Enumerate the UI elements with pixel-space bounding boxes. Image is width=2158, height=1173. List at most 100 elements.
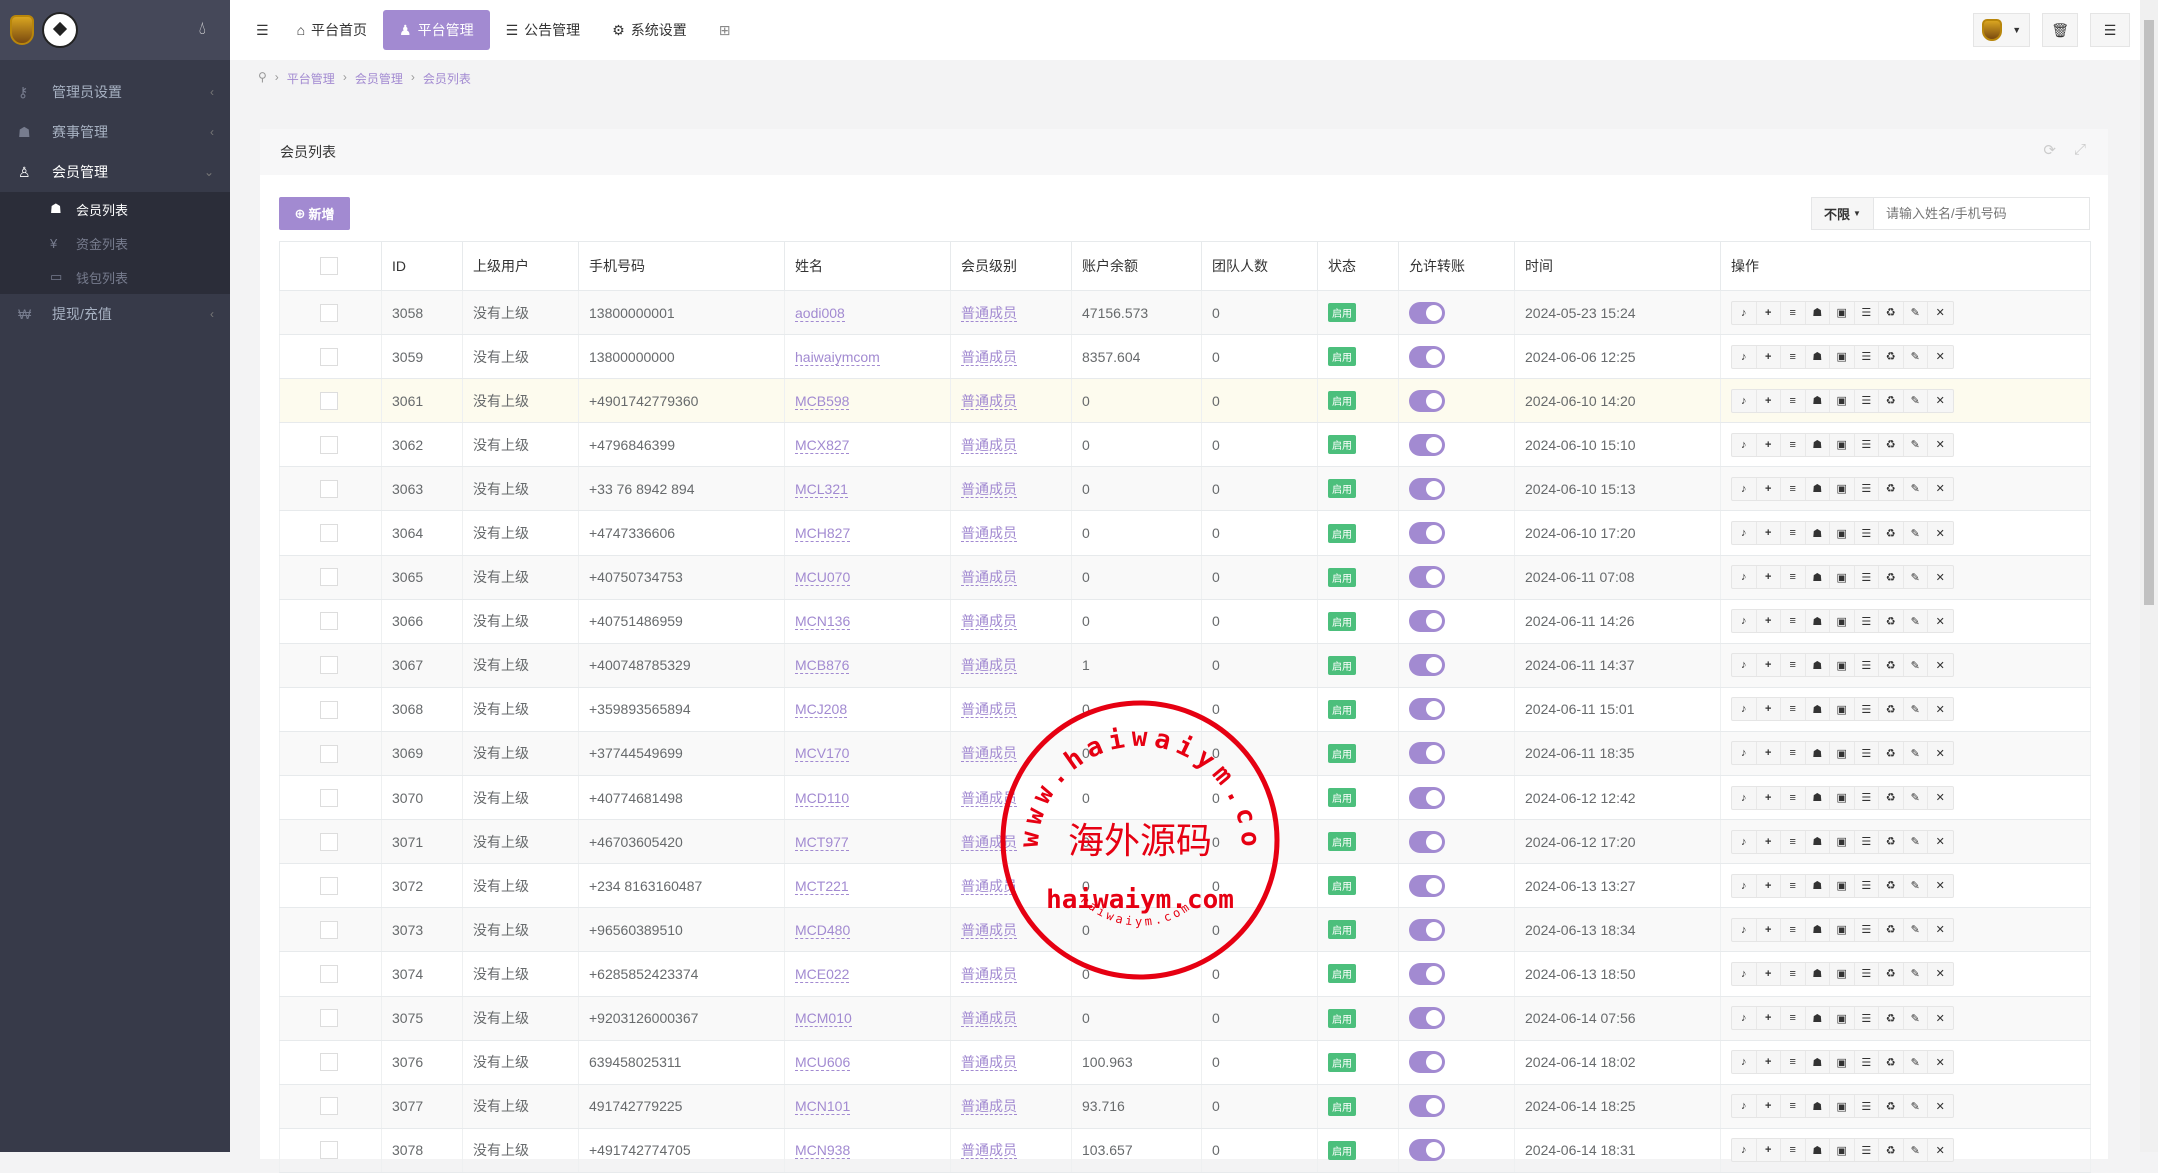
times-icon[interactable]: ✕ (1928, 302, 1953, 324)
plus-icon[interactable]: + (1757, 389, 1781, 412)
money-icon[interactable]: ▣ (1830, 654, 1855, 677)
bell-icon[interactable]: ♪ (1732, 301, 1757, 324)
recycle-icon[interactable]: ♻ (1879, 1095, 1904, 1118)
row-checkbox[interactable] (320, 1097, 338, 1116)
pencil-icon[interactable]: ✎ (1904, 918, 1928, 941)
row-checkbox[interactable] (320, 1141, 338, 1160)
money-icon[interactable]: ▣ (1830, 389, 1855, 412)
list-icon[interactable]: ☰ (1855, 1051, 1879, 1074)
plus-icon[interactable]: + (1757, 874, 1781, 897)
money-icon[interactable]: ▣ (1830, 433, 1855, 456)
times-icon[interactable]: ✕ (1928, 875, 1953, 897)
name-link[interactable]: MCM010 (795, 1010, 852, 1028)
list-icon[interactable]: ☰ (1855, 1095, 1879, 1118)
bars-icon[interactable]: ≡ (1781, 345, 1806, 368)
times-icon[interactable]: ✕ (1928, 390, 1953, 412)
bell-icon[interactable]: ♪ (1732, 698, 1757, 721)
list-icon[interactable]: ☰ (1855, 389, 1879, 412)
recycle-icon[interactable]: ♻ (1879, 477, 1904, 500)
pencil-icon[interactable]: ✎ (1904, 1139, 1928, 1162)
pencil-icon[interactable]: ✎ (1904, 698, 1928, 721)
level-link[interactable]: 普通成员 (961, 525, 1017, 543)
level-link[interactable]: 普通成员 (961, 480, 1017, 498)
sidebar-item-member-list[interactable]: ☗ 会员列表 (0, 192, 230, 226)
money-icon[interactable]: ▣ (1830, 301, 1855, 324)
users-icon[interactable]: ☗ (1806, 433, 1830, 456)
user-menu-button[interactable]: ▼ (1973, 13, 2031, 47)
sidebar-item-admin[interactable]: ⚷ 管理员设置 ‹ (0, 72, 230, 112)
recycle-icon[interactable]: ♻ (1879, 962, 1904, 985)
name-link[interactable]: MCX827 (795, 436, 850, 454)
times-icon[interactable]: ✕ (1928, 831, 1953, 853)
list-icon[interactable]: ☰ (1855, 874, 1879, 897)
times-icon[interactable]: ✕ (1928, 566, 1953, 588)
row-checkbox[interactable] (320, 303, 338, 322)
list-icon[interactable]: ☰ (1855, 345, 1879, 368)
times-icon[interactable]: ✕ (1928, 919, 1953, 941)
bell-icon[interactable]: ♪ (1732, 1095, 1757, 1118)
plus-icon[interactable]: + (1757, 301, 1781, 324)
row-checkbox[interactable] (320, 876, 338, 895)
pencil-icon[interactable]: ✎ (1904, 433, 1928, 456)
bell-icon[interactable]: ♪ (1732, 1139, 1757, 1162)
sidebar-item-members[interactable]: ♙ 会员管理 ⌄ (0, 152, 230, 192)
plus-icon[interactable]: + (1757, 742, 1781, 765)
recycle-icon[interactable]: ♻ (1879, 654, 1904, 677)
bars-icon[interactable]: ≡ (1781, 742, 1806, 765)
sidebar-item-withdraw[interactable]: ₩ 提现/充值 ‹ (0, 294, 230, 334)
bell-icon[interactable]: ♪ (1732, 389, 1757, 412)
bars-icon[interactable]: ≡ (1781, 874, 1806, 897)
level-link[interactable]: 普通成员 (961, 1010, 1017, 1028)
grid-icon[interactable]: ⊞ (703, 10, 747, 50)
bell-icon[interactable]: ♪ (1732, 654, 1757, 677)
money-icon[interactable]: ▣ (1830, 1051, 1855, 1074)
transfer-toggle[interactable] (1409, 874, 1445, 897)
times-icon[interactable]: ✕ (1928, 478, 1953, 500)
users-icon[interactable]: ☗ (1806, 786, 1830, 809)
level-link[interactable]: 普通成员 (961, 789, 1017, 807)
money-icon[interactable]: ▣ (1830, 1139, 1855, 1162)
plus-icon[interactable]: + (1757, 698, 1781, 721)
pencil-icon[interactable]: ✎ (1904, 654, 1928, 677)
users-icon[interactable]: ☗ (1806, 301, 1830, 324)
transfer-toggle[interactable] (1409, 1051, 1445, 1074)
transfer-toggle[interactable] (1409, 654, 1445, 677)
name-link[interactable]: MCB876 (795, 657, 850, 675)
recycle-icon[interactable]: ♻ (1879, 1007, 1904, 1030)
row-checkbox[interactable] (320, 568, 338, 587)
users-icon[interactable]: ☗ (1806, 389, 1830, 412)
list-icon[interactable]: ☰ (1855, 522, 1879, 545)
recycle-icon[interactable]: ♻ (1879, 301, 1904, 324)
tab-platform-home[interactable]: ⌂ 平台首页 (281, 10, 383, 50)
recycle-icon[interactable]: ♻ (1879, 522, 1904, 545)
row-checkbox[interactable] (320, 1053, 338, 1072)
row-checkbox[interactable] (320, 832, 338, 851)
transfer-toggle[interactable] (1409, 610, 1445, 633)
name-link[interactable]: MCT977 (795, 833, 849, 851)
name-link[interactable]: MCN938 (795, 1142, 851, 1160)
level-link[interactable]: 普通成员 (961, 965, 1017, 983)
bell-icon[interactable]: ♪ (1732, 830, 1757, 853)
breadcrumb-item[interactable]: 会员列表 (423, 70, 471, 87)
recycle-icon[interactable]: ♻ (1879, 433, 1904, 456)
row-checkbox[interactable] (320, 480, 338, 499)
filter-dropdown[interactable]: 不限 ▼ (1812, 198, 1874, 229)
bell-icon[interactable]: ♪ (1732, 918, 1757, 941)
pencil-icon[interactable]: ✎ (1904, 477, 1928, 500)
row-checkbox[interactable] (320, 700, 338, 719)
times-icon[interactable]: ✕ (1928, 963, 1953, 985)
level-link[interactable]: 普通成员 (961, 348, 1017, 366)
users-icon[interactable]: ☗ (1806, 918, 1830, 941)
logo[interactable]: 💧︎ (0, 0, 230, 60)
plus-icon[interactable]: + (1757, 1139, 1781, 1162)
times-icon[interactable]: ✕ (1928, 787, 1953, 809)
pencil-icon[interactable]: ✎ (1904, 522, 1928, 545)
bell-icon[interactable]: ♪ (1732, 742, 1757, 765)
name-link[interactable]: MCN136 (795, 613, 851, 631)
refresh-icon[interactable]: ⟳ (2043, 141, 2056, 159)
list-icon[interactable]: ☰ (1855, 786, 1879, 809)
recycle-icon[interactable]: ♻ (1879, 874, 1904, 897)
transfer-toggle[interactable] (1409, 433, 1445, 456)
users-icon[interactable]: ☗ (1806, 1139, 1830, 1162)
plus-icon[interactable]: + (1757, 522, 1781, 545)
